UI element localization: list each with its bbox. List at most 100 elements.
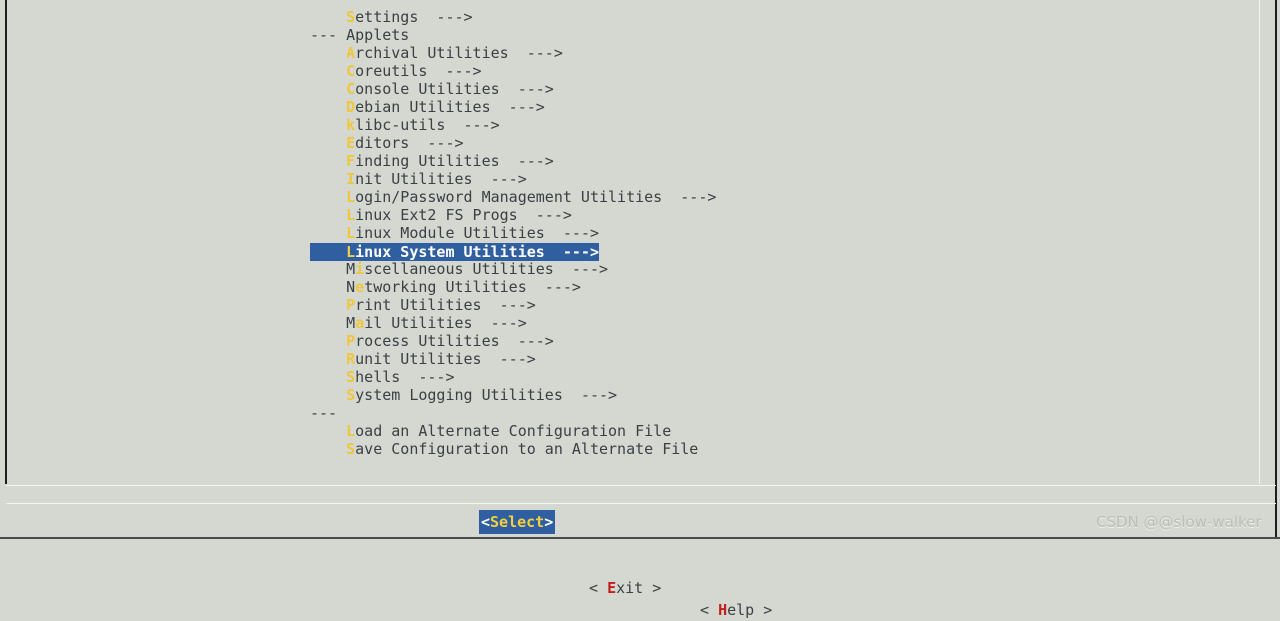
menu-item-label-pre — [310, 44, 346, 62]
menu-item-row[interactable]: Shells ---> — [310, 368, 1250, 386]
exit-button-label: xit — [616, 579, 644, 597]
menu-item[interactable]: Mail Utilities ---> — [310, 314, 1250, 332]
menu-item[interactable]: Login/Password Management Utilities ---> — [310, 188, 1250, 206]
menu-item-label: ave Configuration to an Alternate File — [355, 440, 699, 458]
menu-item-row[interactable]: Runit Utilities ---> — [310, 350, 1250, 368]
menu-item-hotkey: i — [355, 260, 365, 278]
menu-item-row[interactable]: Linux Ext2 FS Progs ---> — [310, 206, 1250, 224]
menu-item-label-pre — [310, 98, 346, 116]
menu-item-row[interactable]: Load an Alternate Configuration File — [310, 422, 1250, 440]
menu-item-row[interactable]: --- Applets — [310, 26, 1250, 44]
select-button[interactable]: <Select> — [479, 510, 556, 534]
help-button[interactable]: < Help > — [700, 599, 772, 621]
menu-item-label: hells ---> — [355, 368, 455, 386]
exit-button[interactable]: < Exit > — [589, 577, 661, 599]
menu-item-label-pre — [310, 62, 346, 80]
menu-item-row[interactable]: klibc-utils ---> — [310, 116, 1250, 134]
help-button-bracket-right: > — [754, 601, 773, 619]
menu-item[interactable]: Print Utilities ---> — [310, 296, 1250, 314]
menu-item-row[interactable]: Linux Module Utilities ---> — [310, 224, 1250, 242]
menu-item-hotkey: I — [346, 170, 356, 188]
menu-item-hotkey: L — [346, 188, 356, 206]
menu-item-label-pre — [310, 368, 346, 386]
menu-item-label-pre — [310, 80, 346, 98]
divider-bottom — [6, 503, 1276, 504]
menu-item-row[interactable]: Finding Utilities ---> — [310, 152, 1250, 170]
menu-item-label: inux Module Utilities ---> — [355, 224, 599, 242]
menu-item[interactable]: System Logging Utilities ---> — [310, 386, 1250, 404]
menu-item-hotkey: S — [346, 440, 356, 458]
menu-item-label-pre — [310, 188, 346, 206]
menu-item-row[interactable]: Debian Utilities ---> — [310, 98, 1250, 116]
menu-item[interactable]: Debian Utilities ---> — [310, 98, 1250, 116]
button-bar: <Select> < Exit > < Help > — [0, 510, 1280, 619]
menu-item-label-pre — [310, 350, 346, 368]
menu-item[interactable]: Console Utilities ---> — [310, 80, 1250, 98]
window-border-right-highlight — [1259, 0, 1260, 484]
window-border-right — [1275, 0, 1277, 539]
menu-item[interactable]: Networking Utilities ---> — [310, 278, 1250, 296]
menu-item-selected[interactable]: Linux System Utilities ---> — [310, 243, 599, 261]
menu-item-row[interactable]: Archival Utilities ---> — [310, 44, 1250, 62]
menu-item[interactable]: Linux Ext2 FS Progs ---> — [310, 206, 1250, 224]
menu-item[interactable]: Save Configuration to an Alternate File — [310, 440, 1250, 458]
menu-item[interactable]: Settings ---> — [310, 8, 1250, 26]
menu-list[interactable]: Settings ---> --- Applets Archival Utilit… — [310, 8, 1250, 458]
menu-item-label-pre — [310, 8, 346, 26]
menu-item-label-pre — [310, 116, 346, 134]
menu-item-label-pre — [310, 386, 346, 404]
menu-item[interactable]: Linux System Utilities ---> — [310, 242, 1250, 261]
menu-item-label: inding Utilities ---> — [355, 152, 554, 170]
menu-item-label-pre — [310, 170, 346, 188]
menu-item-row[interactable]: Init Utilities ---> — [310, 170, 1250, 188]
menu-item[interactable]: Finding Utilities ---> — [310, 152, 1250, 170]
menu-item-row[interactable]: Coreutils ---> — [310, 62, 1250, 80]
menu-item-hotkey: L — [346, 224, 356, 242]
menu-item-hotkey: F — [346, 152, 356, 170]
menu-item-hotkey: P — [346, 296, 356, 314]
menu-item-row[interactable]: Process Utilities ---> — [310, 332, 1250, 350]
menu-item[interactable]: Load an Alternate Configuration File — [310, 422, 1250, 440]
menu-item[interactable]: klibc-utils ---> — [310, 116, 1250, 134]
menu-item-label: il Utilities ---> — [364, 314, 527, 332]
menu-item[interactable]: Editors ---> — [310, 134, 1250, 152]
menu-item-row[interactable]: Console Utilities ---> — [310, 80, 1250, 98]
menu-item[interactable]: --- Applets — [310, 26, 1250, 44]
menu-item-label: scellaneous Utilities ---> — [364, 260, 609, 278]
menu-item[interactable]: Miscellaneous Utilities ---> — [310, 260, 1250, 278]
menu-item-row[interactable]: Print Utilities ---> — [310, 296, 1250, 314]
menu-item-label: unit Utilities ---> — [355, 350, 536, 368]
menu-item-row[interactable]: Networking Utilities ---> — [310, 278, 1250, 296]
menu-item-row[interactable]: Editors ---> — [310, 134, 1250, 152]
menu-item[interactable]: Shells ---> — [310, 368, 1250, 386]
menu-item-row[interactable]: Mail Utilities ---> — [310, 314, 1250, 332]
menu-item-hotkey: E — [346, 134, 356, 152]
menu-item[interactable]: Runit Utilities ---> — [310, 350, 1250, 368]
menu-item-label: ogin/Password Management Utilities ---> — [355, 188, 717, 206]
menu-item-row[interactable]: Settings ---> — [310, 8, 1250, 26]
menu-item[interactable]: Linux Module Utilities ---> — [310, 224, 1250, 242]
menu-item-row[interactable]: --- — [310, 404, 1250, 422]
menu-item-row[interactable]: System Logging Utilities ---> — [310, 386, 1250, 404]
menu-item-label: oad an Alternate Configuration File — [355, 422, 672, 440]
menu-item[interactable]: Coreutils ---> — [310, 62, 1250, 80]
menu-item-label: ettings ---> — [355, 8, 473, 26]
menu-item[interactable]: --- — [310, 404, 1250, 422]
menu-item-label: tworking Utilities ---> — [364, 278, 581, 296]
menu-item-label-pre — [310, 422, 346, 440]
menu-item-label: rocess Utilities ---> — [355, 332, 554, 350]
menu-item-label-pre — [310, 296, 346, 314]
menu-item[interactable]: Archival Utilities ---> — [310, 44, 1250, 62]
menu-item-row[interactable]: Save Configuration to an Alternate File — [310, 440, 1250, 458]
menu-item-row[interactable]: Login/Password Management Utilities ---> — [310, 188, 1250, 206]
menu-item[interactable]: Init Utilities ---> — [310, 170, 1250, 188]
help-button-bracket-left: < — [700, 601, 719, 619]
menu-item-label-pre — [310, 243, 346, 261]
menu-item[interactable]: Process Utilities ---> — [310, 332, 1250, 350]
menu-item-hotkey: D — [346, 98, 356, 116]
menu-separator-label: --- — [310, 404, 338, 422]
menu-item-row[interactable]: Miscellaneous Utilities ---> — [310, 260, 1250, 278]
select-button-label: Select — [490, 513, 545, 531]
select-button-bracket-left: < — [481, 513, 491, 531]
menu-separator-label: --- Applets — [310, 26, 410, 44]
